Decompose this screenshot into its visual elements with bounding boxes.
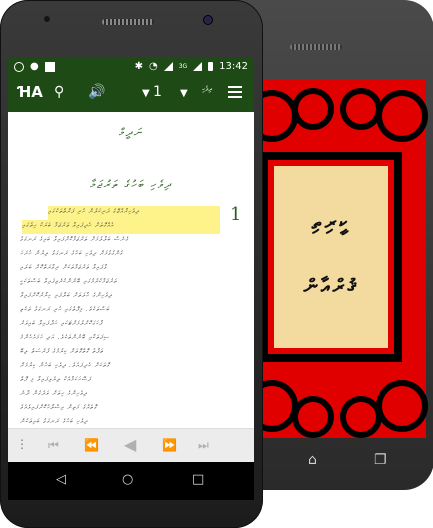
recents-icon[interactable]: □ bbox=[192, 472, 204, 487]
audio-player-bar: ⋮ ⏮ ⏪ ◀ ⏩ ⏭ bbox=[8, 428, 254, 462]
text-line[interactable]: ދިވެހިންގެ ހާލަތަށް ބަލާފައި ހިޔާރުކޮށްފ… bbox=[20, 292, 242, 300]
rewind-icon[interactable]: ⏪ bbox=[84, 438, 99, 452]
home-icon[interactable]: ○ bbox=[122, 472, 133, 487]
app-screen: ● ✱ ◔ 3G 13:42 ꞪA ⚲ 🔊 ▼ 1 ▼ ދިވެހި ނަދީމ… bbox=[8, 58, 254, 462]
chapter-selector[interactable]: 1 bbox=[153, 84, 162, 100]
signal-icon bbox=[163, 62, 173, 71]
front-camera bbox=[204, 16, 212, 24]
text-line[interactable]: ސިފަތަކާއި ބޭނުންތަކެވެ. އަދި ހަމައެހެން… bbox=[20, 334, 242, 342]
app-toolbar: ꞪA ⚲ 🔊 ▼ 1 ▼ ދިވެހި bbox=[8, 76, 254, 112]
more-options-icon[interactable]: ⋮ bbox=[16, 437, 28, 451]
text-line[interactable]: ދިވެހި ބަހުގެ ރަނގަޅު ބައިތަކުން bbox=[20, 418, 242, 426]
knot-ornament-bottom-mid-left bbox=[292, 396, 334, 438]
text-line[interactable]: ތަފާތު ގޮތްގޮތަށް ކިޔުމުގެ ފުރުސަތު ލިބޭ bbox=[20, 348, 242, 356]
cover-panel: ކީރިތި ޤުރްއާން bbox=[260, 152, 402, 362]
android-navbar: ◁ ○ □ bbox=[8, 462, 254, 500]
text-line[interactable]: ގޮތެއްގެ މަތިން އިސްލާހުކޮށްފައިވެއެވެ bbox=[20, 404, 242, 412]
bluetooth-icon: ✱ bbox=[134, 61, 143, 72]
signal-icon-2 bbox=[193, 62, 203, 71]
text-line[interactable]: ފާހަގަކޮށްލުމަށްޓަކައި ހަދާފައިވާ ބައިވަ… bbox=[20, 320, 242, 328]
notification-icon: ● bbox=[30, 61, 39, 72]
whatsapp-icon bbox=[14, 61, 24, 72]
knot-ornament-top-mid-right bbox=[340, 88, 382, 130]
home-icon[interactable]: ⌂ bbox=[308, 452, 317, 468]
front-phone: ● ✱ ◔ 3G 13:42 ꞪA ⚲ 🔊 ▼ 1 ▼ ދިވެހި ނަދީމ… bbox=[0, 0, 263, 528]
play-icon[interactable]: ◀ bbox=[124, 435, 136, 454]
cover-title-line1: ކީރިތި bbox=[311, 210, 351, 234]
book-selector[interactable]: ދިވެހި bbox=[194, 85, 220, 93]
knot-ornament-bottom-right bbox=[376, 380, 428, 432]
menu-icon[interactable] bbox=[228, 86, 242, 98]
recents-icon[interactable]: ❐ bbox=[374, 452, 387, 468]
cover-title-line2: ޤުރްއާން bbox=[303, 274, 359, 298]
skip-to-start-icon[interactable]: ⏮ bbox=[48, 438, 59, 453]
clock: 13:42 bbox=[219, 61, 248, 72]
text-line[interactable]: ދިވެހިންގެ ހިތަށް ވަދެގެން ދާނެ bbox=[20, 390, 242, 398]
volume-icon[interactable]: 🔊 bbox=[88, 84, 105, 100]
font-size-button[interactable]: ꞪA bbox=[18, 83, 43, 101]
proximity-sensor bbox=[44, 16, 50, 22]
wifi-icon: ◔ bbox=[148, 61, 158, 72]
book-dropdown-arrow-icon[interactable]: ▼ bbox=[180, 88, 188, 99]
chapter-dropdown-arrow-icon[interactable]: ▼ bbox=[142, 88, 150, 99]
text-line[interactable]: އެއްގޮތަށް ހެދިފައިވާ ތަރުޖަމާ ބަޔަކު ހި… bbox=[22, 222, 220, 230]
verse-number[interactable]: 1 bbox=[230, 204, 241, 225]
search-icon[interactable]: ⚲ bbox=[54, 84, 64, 100]
front-phone-speaker bbox=[102, 19, 154, 25]
knot-ornament-top-right bbox=[376, 90, 428, 142]
cover-frame: ކީރިތި ޤުރްއާން bbox=[268, 160, 394, 354]
skip-to-end-icon[interactable]: ⏭ bbox=[198, 438, 209, 453]
chapter-heading: ނަދީމް bbox=[118, 126, 144, 139]
text-line[interactable]: ގެންގުޅުމަށް ދިވެހި ބަހުގެ ރަނގަޅު ލިޔުނ… bbox=[20, 250, 242, 258]
text-line[interactable]: ޅާފައިވާ ތަރުޖަމާތަކަށް ރިޢާޔަތްކޮށް ބަލ… bbox=[20, 264, 242, 272]
fast-forward-icon[interactable]: ⏩ bbox=[162, 438, 177, 452]
app-notification-icon bbox=[44, 61, 55, 72]
text-line[interactable]: ގޮތަކަށް ހެދިފައެވެ. ދިވެހި ބަހުން ކިޔުމ… bbox=[20, 362, 242, 370]
knot-ornament-top-mid-left bbox=[292, 88, 334, 130]
status-bar: ● ✱ ◔ 3G 13:42 bbox=[8, 58, 254, 76]
cover-gold-area: ކީރިތި ޤުރްއާން bbox=[274, 166, 388, 348]
text-line[interactable]: ބަސްތަކެވެ. މިފޮތުގައި ހުރި ރަނގަޅު ތަކެ… bbox=[20, 306, 242, 314]
back-phone-screen: ކީރިތި ޤުރްއާން bbox=[236, 80, 428, 438]
section-heading: ދިވެހި ބަހުގެ ތަރުޖަމާ bbox=[89, 178, 173, 191]
back-icon[interactable]: ◁ bbox=[56, 472, 66, 487]
battery-icon bbox=[208, 62, 214, 71]
text-line[interactable]: ދިވެހިރާއްޖޭގެ ދަރިކަލުން ހުރި ފަރާތްތަކ… bbox=[48, 208, 220, 216]
network-type: 3G bbox=[178, 63, 188, 70]
text-line[interactable]: ގެނެސް ބަލާލުމަށް ތަރުޖަމާކޮށްފައިވާ ބައ… bbox=[20, 236, 242, 244]
text-line[interactable]: ފަސޭހަކަމާއެކު ލިޔެވިފައިވާ މި ފޮތް bbox=[20, 376, 242, 384]
reader-content[interactable]: ނަދީމް ދިވެހި ބަހުގެ ތަރުޖަމާ 1 ދިވެހިރާ… bbox=[8, 112, 254, 438]
back-phone-speaker bbox=[290, 44, 342, 50]
text-line[interactable]: ތަރުޖަމާކުރުމުގައި ބޭނުންކުރެވިފައިވާ ބަ… bbox=[20, 278, 242, 286]
